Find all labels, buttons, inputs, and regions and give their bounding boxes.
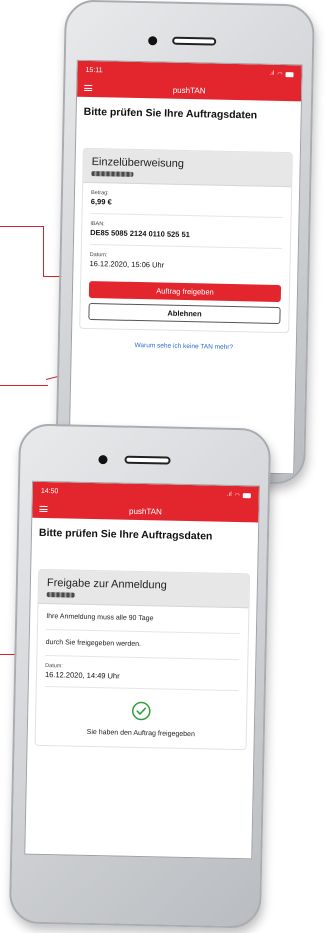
app-bar: 15:11 .ıl ◠ pushTAN xyxy=(77,60,302,102)
card-header: Freigabe zur Anmeldung xyxy=(38,569,250,609)
approve-order-button[interactable]: Auftrag freigeben xyxy=(88,281,282,303)
speaker-grille xyxy=(124,455,171,465)
wifi-icon: ◠ xyxy=(277,71,283,78)
phone-1-screen: 15:11 .ıl ◠ pushTAN Bitte prüfen Sie Ihr… xyxy=(68,59,303,475)
date-field: Datum: 16.12.2020, 14:49 Uhr xyxy=(44,656,240,692)
amount-field: Betrag: 6,99 € xyxy=(90,183,284,219)
why-no-tan-link[interactable]: Warum sehe ich keine TAN mehr? xyxy=(72,341,296,353)
phone-2: 14:50 .ıl ◠ pushTAN Bitte prüfen Sie Ihr… xyxy=(8,423,272,929)
app-title: pushTAN xyxy=(172,85,206,95)
wifi-icon: ◠ xyxy=(234,492,240,499)
masked-reference xyxy=(46,592,75,598)
battery-icon xyxy=(285,71,294,77)
signal-icon: .ıl xyxy=(226,491,232,498)
speaker-grille xyxy=(172,36,217,46)
app-bar: 14:50 .ıl ◠ pushTAN xyxy=(32,481,259,523)
login-approval-card: Freigabe zur Anmeldung Ihre Anmeldung mu… xyxy=(34,568,251,751)
transfer-card: Einzelüberweisung Betrag: 6,99 € IBAN: D… xyxy=(79,147,293,334)
success-text: Sie haben den Auftrag freigegeben xyxy=(86,728,195,739)
battery-icon xyxy=(242,492,251,498)
app-title: pushTAN xyxy=(128,506,162,516)
card-header: Einzelüberweisung xyxy=(83,148,292,188)
card-title: Einzelüberweisung xyxy=(91,156,185,170)
phone-2-screen: 14:50 .ıl ◠ pushTAN Bitte prüfen Sie Ihr… xyxy=(24,480,261,860)
masked-reference xyxy=(91,171,134,177)
callout-line-2 xyxy=(0,385,48,386)
message-line-1: Ihre Anmeldung muss alle 90 Tage xyxy=(45,604,241,635)
phone-1: 15:11 .ıl ◠ pushTAN Bitte prüfen Sie Ihr… xyxy=(55,0,315,485)
callout-line-1 xyxy=(0,226,44,227)
date-field: Datum: 16.12.2020, 15:06 Uhr xyxy=(89,245,282,279)
iban-field: IBAN: DE85 5085 2124 0110 525 51 xyxy=(89,214,283,250)
status-time: 14:50 xyxy=(40,487,59,495)
reject-button[interactable]: Ablehnen xyxy=(88,302,281,325)
success-message: Sie haben den Auftrag freigegeben xyxy=(44,687,239,749)
card-title: Freigabe zur Anmeldung xyxy=(46,577,167,592)
message-line-2: durch Sie freigegeben werden. xyxy=(45,630,240,661)
camera-icon xyxy=(148,36,158,46)
callout-line-1-vertical xyxy=(43,226,44,277)
signal-icon: .ıl xyxy=(269,70,275,77)
status-time: 15:11 xyxy=(85,66,103,74)
camera-icon xyxy=(98,455,108,465)
check-circle-icon xyxy=(131,701,152,726)
